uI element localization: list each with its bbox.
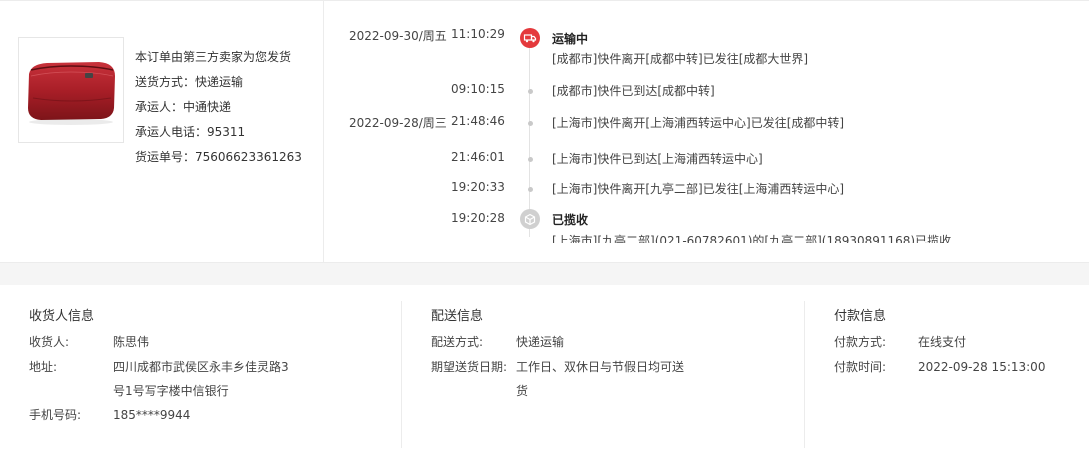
timeline-text: [上海市]快件已到达[上海浦西转运中心] <box>552 152 763 166</box>
receiver-phone-label: 手机号码: <box>29 408 82 422</box>
payment-info-section: 付款信息 付款方式: 在线支付 付款时间: 2022-09-28 15:13:0… <box>805 285 1089 449</box>
receiver-info-section: 收货人信息 收货人: 陈思伟 地址: 四川成都市武侯区永丰乡佳灵路3 号1号写字… <box>0 285 401 449</box>
timeline-time: 19:20:33 <box>451 180 505 194</box>
carrier-name: 承运人：中通快递 <box>135 100 232 114</box>
timeline-status: 运输中 <box>552 32 589 46</box>
delivery-method: 送货方式：快递运输 <box>135 75 244 89</box>
seller-note: 本订单由第三方卖家为您发货 <box>135 50 292 64</box>
receiver-name-value: 陈思伟 <box>113 335 150 349</box>
package-icon <box>519 208 541 230</box>
order-details: 收货人信息 收货人: 陈思伟 地址: 四川成都市武侯区永丰乡佳灵路3 号1号写字… <box>0 285 1089 449</box>
timeline-dot <box>519 80 541 102</box>
product-image[interactable] <box>18 37 124 143</box>
logistics-panel: 本订单由第三方卖家为您发货 送货方式：快递运输 承运人：中通快递 承运人电话：9… <box>0 0 1089 263</box>
payment-time-label: 付款时间: <box>834 360 887 374</box>
timeline-entry: 2022-09-28/周三 21:48:46 [上海市]快件离开[上海浦西转运中… <box>325 114 1089 136</box>
timeline-dot <box>519 178 541 200</box>
timeline-date: 2022-09-30/周五 <box>349 29 447 43</box>
timeline-time: 11:10:29 <box>451 27 505 41</box>
payment-info-title: 付款信息 <box>834 309 887 324</box>
order-summary: 本订单由第三方卖家为您发货 送货方式：快递运输 承运人：中通快递 承运人电话：9… <box>0 1 324 263</box>
section-separator <box>0 262 1089 285</box>
tracking-number[interactable]: 货运单号：75606623361263 <box>135 145 320 170</box>
timeline-time: 09:10:15 <box>451 82 505 96</box>
timeline-time: 21:48:46 <box>451 114 505 128</box>
timeline-dot <box>519 112 541 134</box>
payment-method-value: 在线支付 <box>918 335 967 349</box>
timeline-entry-detail: [成都市]快件离开[成都中转]已发往[成都大世界] <box>325 50 1089 72</box>
timeline-entry: 2022-09-30/周五 11:10:29 运输中 <box>325 27 1089 49</box>
delivery-expected-label: 期望送货日期: <box>431 360 508 374</box>
red-pouch-bag-image <box>28 62 115 125</box>
payment-time-value: 2022-09-28 15:13:00 <box>918 360 1046 374</box>
receiver-info-title: 收货人信息 <box>29 309 95 324</box>
timeline-text: [上海市]快件离开[九亭二部]已发往[上海浦西转运中心] <box>552 182 845 196</box>
delivery-method-value: 快递运输 <box>516 335 565 349</box>
payment-method-label: 付款方式: <box>834 335 887 349</box>
timeline-text: [成都市]快件已到达[成都中转] <box>552 84 715 98</box>
timeline-time: 21:46:01 <box>451 150 505 164</box>
receiver-address-line2: 号1号写字楼中信银行 <box>113 384 229 398</box>
delivery-info-section: 配送信息 配送方式: 快递运输 期望送货日期: 工作日、双休日与节假日均可送 货 <box>402 285 804 449</box>
timeline-text: [成都市]快件离开[成都中转]已发往[成都大世界] <box>552 52 809 66</box>
delivery-expected-line1: 工作日、双休日与节假日均可送 <box>516 360 685 374</box>
receiver-name-label: 收货人: <box>29 335 70 349</box>
timeline-text: [上海市]快件离开[上海浦西转运中心]已发往[成都中转] <box>552 116 845 130</box>
delivery-info-title: 配送信息 <box>431 309 484 324</box>
timeline-entry: 09:10:15 [成都市]快件已到达[成都中转] <box>325 82 1089 104</box>
tracking-timeline[interactable]: 2022-09-30/周五 11:10:29 运输中 [成都市]快件离开[成都中… <box>325 1 1089 263</box>
carrier-phone: 承运人电话：95311 <box>135 125 246 139</box>
timeline-text: [上海市][九亭二部](021-60782601)的[九亭二部](1893089… <box>552 234 952 243</box>
timeline-status: 已揽收 <box>552 213 589 227</box>
delivery-expected-line2: 货 <box>516 384 529 398</box>
order-info: 本订单由第三方卖家为您发货 送货方式：快递运输 承运人：中通快递 承运人电话：9… <box>135 45 320 170</box>
truck-icon <box>519 27 541 49</box>
timeline-date: 2022-09-28/周三 <box>349 116 447 130</box>
timeline-entry: 19:20:33 [上海市]快件离开[九亭二部]已发往[上海浦西转运中心] <box>325 180 1089 202</box>
timeline-entry-detail: [上海市][九亭二部](021-60782601)的[九亭二部](1893089… <box>325 232 1089 243</box>
timeline-entry: 21:46:01 [上海市]快件已到达[上海浦西转运中心] <box>325 150 1089 172</box>
receiver-address-label: 地址: <box>29 360 58 374</box>
receiver-phone-value: 185****9944 <box>113 408 191 422</box>
receiver-address-line1: 四川成都市武侯区永丰乡佳灵路3 <box>113 360 289 374</box>
timeline-dot <box>519 148 541 170</box>
timeline-entry: 19:20:28 已揽收 <box>325 208 1089 230</box>
delivery-method-label: 配送方式: <box>431 335 484 349</box>
timeline-time: 19:20:28 <box>451 211 505 225</box>
